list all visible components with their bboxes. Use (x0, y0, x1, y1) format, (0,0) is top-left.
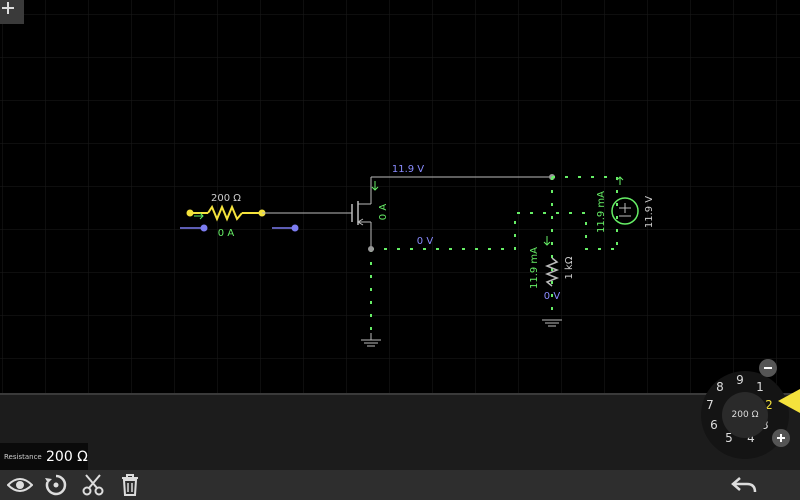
resistor-label: 200 Ω (211, 193, 241, 204)
dial-number-8[interactable]: 8 (713, 380, 727, 394)
mosfet-current-label: 0 A (378, 204, 389, 221)
bottom-toolbar (0, 470, 800, 500)
grid-background (0, 0, 800, 393)
delete-button[interactable] (117, 473, 143, 497)
load-voltage-label: 0 V (544, 291, 561, 302)
eye-icon (7, 478, 33, 492)
source-current-label: 11.9 mA (596, 191, 607, 233)
property-value[interactable]: 200 Ω (46, 449, 88, 465)
drain-voltage-label: 11.9 V (392, 164, 424, 175)
dial-number-7[interactable]: 7 (703, 398, 717, 412)
undo-button[interactable] (731, 473, 757, 497)
dial-number-9[interactable]: 9 (733, 373, 747, 387)
decrement-button[interactable] (759, 359, 777, 377)
battery-voltage-label: 11.9 V (644, 196, 655, 228)
source-voltage-label: 0 V (417, 236, 434, 247)
cut-button[interactable] (80, 473, 106, 497)
probe-terminal-left[interactable] (200, 224, 208, 232)
load-current-label: 11.9 mA (529, 247, 540, 289)
scissors-icon (82, 474, 104, 496)
minus-icon (764, 367, 772, 369)
property-label: Resistance (4, 452, 42, 461)
value-dial[interactable]: 9 1 2 3 4 5 6 7 8 200 Ω (700, 370, 790, 460)
junction-source[interactable] (368, 246, 374, 252)
property-field[interactable]: Resistance 200 Ω (0, 443, 88, 470)
circuit-drawing[interactable]: 200 Ω 0 A 0 A 11.9 V 0 V 11.9 mA 1 kΩ 0 … (0, 0, 800, 393)
resistor-current-label: 0 A (218, 228, 235, 239)
probe-terminal-right[interactable] (291, 224, 299, 232)
rotate-icon (45, 474, 67, 496)
load-resistance-label: 1 kΩ (564, 256, 575, 279)
add-component-button[interactable] (0, 0, 24, 24)
plus-icon (777, 434, 785, 442)
dial-indicator-icon (778, 389, 800, 413)
undo-icon (731, 477, 757, 493)
increment-button[interactable] (772, 429, 790, 447)
resistor-terminal-left[interactable] (186, 209, 194, 217)
dial-number-1[interactable]: 1 (753, 380, 767, 394)
trash-icon (122, 474, 138, 496)
plus-icon (2, 2, 14, 14)
dial-center-value: 200 Ω (722, 392, 768, 438)
view-button[interactable] (7, 473, 33, 497)
property-panel (0, 393, 800, 472)
circuit-canvas[interactable]: 200 Ω 0 A 0 A 11.9 V 0 V 11.9 mA 1 kΩ 0 … (0, 0, 800, 393)
rotate-button[interactable] (43, 473, 69, 497)
dial-number-6[interactable]: 6 (707, 418, 721, 432)
